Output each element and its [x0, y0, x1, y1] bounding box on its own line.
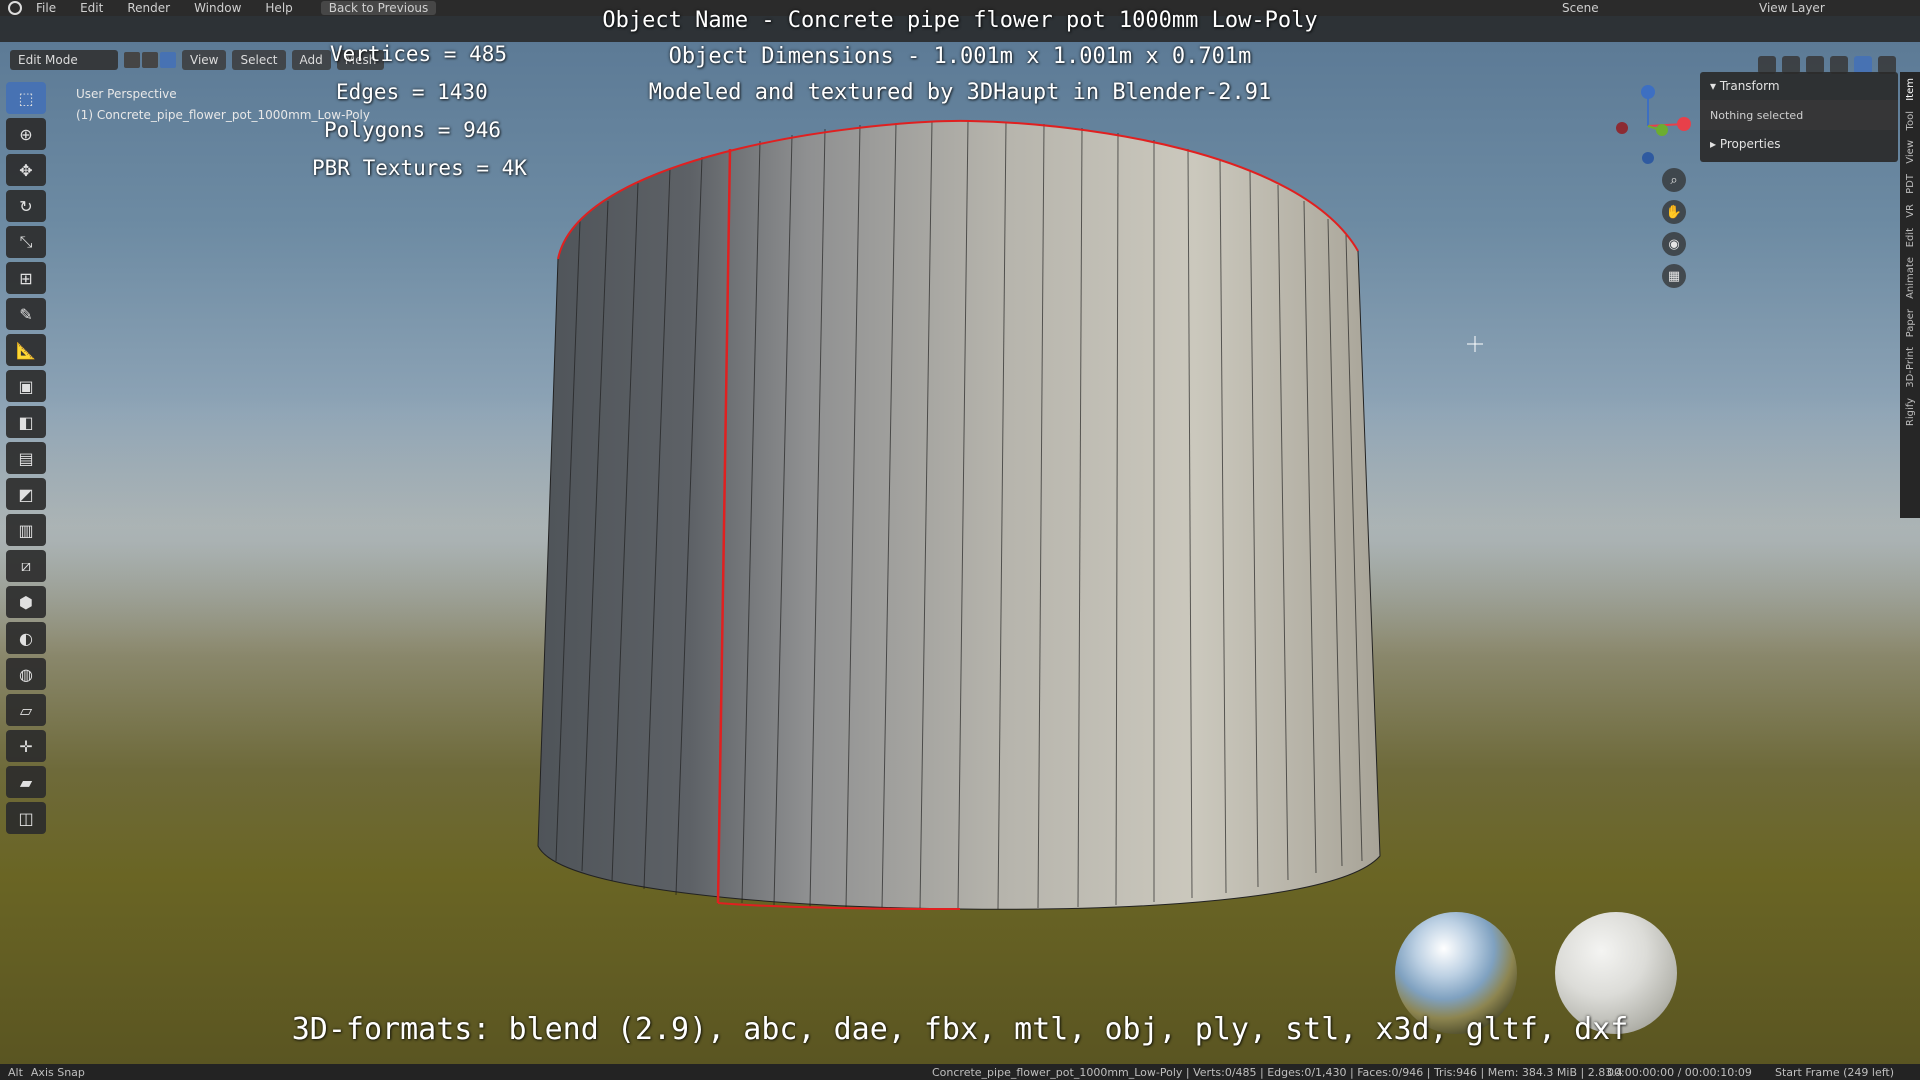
- properties-label: Properties: [1719, 137, 1781, 151]
- ortho-grid-icon[interactable]: ▦: [1662, 264, 1686, 288]
- sidebar-tabs: Item Tool View PDT VR Edit Animate Paper…: [1900, 72, 1920, 518]
- neg-x-axis-handle[interactable]: [1616, 122, 1628, 134]
- object-dimensions-text: Object Dimensions - 1.001m x 1.001m x 0.…: [668, 44, 1252, 69]
- tab-view[interactable]: View: [1905, 140, 1916, 164]
- crosshair-cursor-icon: [1467, 336, 1483, 352]
- start-frame-info: Start Frame (249 left): [1775, 1065, 1895, 1079]
- camera-view-icon[interactable]: ◉: [1662, 232, 1686, 256]
- loop-cut-icon[interactable]: ▥: [6, 514, 46, 546]
- tab-edit[interactable]: Edit: [1905, 228, 1916, 247]
- spin-icon[interactable]: ◐: [6, 622, 46, 654]
- vertices-stat: Vertices = 485: [330, 42, 508, 66]
- timecode: 00:00:00:00 / 00:00:10:09: [1607, 1065, 1752, 1079]
- shear-icon[interactable]: ▰: [6, 766, 46, 798]
- tool-shelf: ⬚ ⊕ ✥ ↻ ⤡ ⊞ ✎ 📐 ▣ ◧ ▤ ◩ ▥ ⧄ ⬢ ◐ ◍ ▱ ✛ ▰ …: [6, 82, 46, 834]
- key-hint-text: Axis Snap: [30, 1065, 85, 1079]
- formats-caption: 3D-formats: blend (2.9), abc, dae, fbx, …: [291, 1012, 1629, 1047]
- tab-rigify[interactable]: Rigify: [1905, 398, 1916, 426]
- rip-icon[interactable]: ◫: [6, 802, 46, 834]
- scale-icon[interactable]: ⤡: [6, 226, 46, 258]
- scene-statistics: Concrete_pipe_flower_pot_1000mm_Low-Poly…: [932, 1065, 1623, 1079]
- neg-z-axis-handle[interactable]: [1642, 152, 1654, 164]
- inset-icon[interactable]: ▤: [6, 442, 46, 474]
- object-name-title: Object Name - Concrete pipe flower pot 1…: [602, 8, 1318, 33]
- tab-pdt[interactable]: PDT: [1905, 174, 1916, 194]
- y-axis-handle[interactable]: [1656, 124, 1668, 136]
- measure-icon[interactable]: 📐: [6, 334, 46, 366]
- move-icon[interactable]: ✥: [6, 154, 46, 186]
- 3d-viewport[interactable]: [0, 16, 1920, 1064]
- rotate-icon[interactable]: ↻: [6, 190, 46, 222]
- poly-build-icon[interactable]: ⬢: [6, 586, 46, 618]
- tab-3d-print[interactable]: 3D-Print: [1905, 347, 1916, 388]
- credit-text: Modeled and textured by 3DHaupt in Blend…: [648, 80, 1272, 105]
- bevel-icon[interactable]: ◩: [6, 478, 46, 510]
- textures-stat: PBR Textures = 4K: [312, 156, 527, 180]
- zoom-icon[interactable]: ⌕: [1662, 168, 1686, 192]
- tab-vr[interactable]: VR: [1905, 204, 1916, 218]
- x-axis-handle[interactable]: [1677, 117, 1691, 131]
- edge-slide-icon[interactable]: ▱: [6, 694, 46, 726]
- shrink-fatten-icon[interactable]: ✛: [6, 730, 46, 762]
- transform-icon[interactable]: ⊞: [6, 262, 46, 294]
- properties-panel-header[interactable]: ▸ Properties: [1700, 130, 1898, 158]
- edges-stat: Edges = 1430: [336, 80, 488, 104]
- add-cube-icon[interactable]: ▣: [6, 370, 46, 402]
- tab-paper[interactable]: Paper: [1905, 309, 1916, 337]
- smooth-icon[interactable]: ◍: [6, 658, 46, 690]
- status-bar: Alt Axis Snap Concrete_pipe_flower_pot_1…: [0, 1064, 1920, 1080]
- cursor-icon[interactable]: ⊕: [6, 118, 46, 150]
- knife-icon[interactable]: ⧄: [6, 550, 46, 582]
- pan-hand-icon[interactable]: ✋: [1662, 200, 1686, 224]
- annotate-icon[interactable]: ✎: [6, 298, 46, 330]
- concrete-pot-mesh[interactable]: [520, 111, 1400, 921]
- collapse-triangle-icon: ▸: [1710, 137, 1720, 151]
- navigation-buttons: ⌕ ✋ ◉ ▦: [1662, 168, 1686, 288]
- polygons-stat: Polygons = 946: [324, 118, 502, 142]
- tab-tool[interactable]: Tool: [1905, 111, 1916, 130]
- extrude-icon[interactable]: ◧: [6, 406, 46, 438]
- key-hint-key: Alt: [8, 1065, 23, 1079]
- tab-animate[interactable]: Animate: [1905, 257, 1916, 299]
